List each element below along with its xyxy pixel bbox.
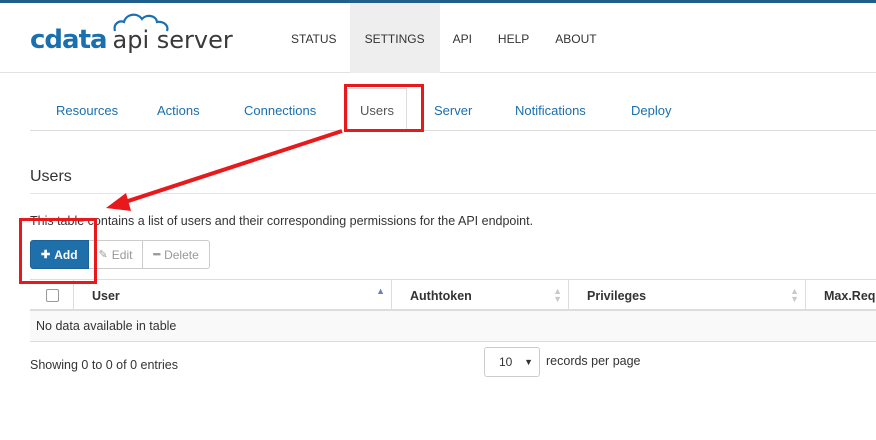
page-length-label: records per page (546, 354, 641, 368)
select-all-checkbox[interactable] (46, 289, 59, 302)
nav-api[interactable]: API (440, 3, 485, 73)
page-length-value: 10 (499, 355, 513, 369)
tab-notifications[interactable]: Notifications (515, 88, 586, 130)
nav-settings[interactable]: SETTINGS (349, 3, 440, 73)
nav-status[interactable]: STATUS (278, 3, 350, 73)
sort-icon: ▲ (376, 286, 385, 296)
edit-label: Edit (111, 247, 133, 262)
main-nav: STATUS SETTINGS API HELP ABOUT (278, 3, 610, 73)
cloud-icon (113, 13, 169, 32)
column-privileges-label: Privileges (587, 289, 647, 303)
column-authtoken-label: Authtoken (410, 289, 472, 303)
delete-button[interactable]: ━ Delete (143, 240, 210, 269)
table-info: Showing 0 to 0 of 0 entries (30, 358, 179, 372)
delete-label: Delete (164, 247, 199, 262)
caret-down-icon: ▼ (524, 357, 533, 367)
minus-icon: ━ (153, 249, 161, 261)
table-header: User ▲ Authtoken ▲ ▼ Privileges ▲ ▼ Max.Re… (30, 279, 876, 311)
column-max-requests[interactable]: Max.Req (805, 280, 876, 310)
add-button[interactable]: ✚ Add (30, 240, 89, 269)
tab-users[interactable]: Users (347, 88, 407, 130)
sort-icon: ▲ ▼ (553, 286, 562, 304)
page-length-select[interactable]: 10 ▼ (484, 347, 540, 377)
sort-icon: ▲ ▼ (790, 286, 799, 304)
pencil-icon: ✎ (98, 249, 108, 261)
nav-about[interactable]: ABOUT (542, 3, 609, 73)
empty-table-row: No data available in table (30, 311, 876, 342)
users-table: User ▲ Authtoken ▲ ▼ Privileges ▲ ▼ Max.Re… (30, 279, 876, 342)
column-privileges[interactable]: Privileges ▲ ▼ (568, 280, 805, 310)
column-max-requests-label: Max.Req (824, 289, 876, 303)
logo-product: api server (113, 13, 233, 54)
tab-resources[interactable]: Resources (56, 88, 118, 130)
section-divider (30, 193, 876, 194)
plus-icon: ✚ (41, 249, 51, 261)
cdata-logo[interactable]: cdata api server (30, 13, 233, 55)
section-title: Users (30, 168, 72, 185)
tab-server[interactable]: Server (434, 88, 472, 130)
section-description: This table contains a list of users and … (30, 214, 534, 228)
edit-button[interactable]: ✎ Edit (88, 240, 144, 269)
tab-connections[interactable]: Connections (244, 88, 316, 130)
add-label: Add (54, 247, 78, 262)
top-navbar: cdata api server STATUS SETTINGS API HEL… (0, 0, 876, 73)
tab-deploy[interactable]: Deploy (631, 88, 671, 130)
column-user-label: User (92, 289, 120, 303)
column-user[interactable]: User ▲ (73, 280, 391, 310)
nav-help[interactable]: HELP (485, 3, 542, 73)
column-authtoken[interactable]: Authtoken ▲ ▼ (391, 280, 568, 310)
logo-brand: cdata (30, 25, 108, 55)
table-toolbar: ✚ Add ✎ Edit ━ Delete (30, 240, 210, 269)
settings-tabs: Resources Actions Connections Users Serv… (30, 88, 876, 131)
tab-actions[interactable]: Actions (157, 88, 200, 130)
select-all-cell (30, 280, 73, 310)
